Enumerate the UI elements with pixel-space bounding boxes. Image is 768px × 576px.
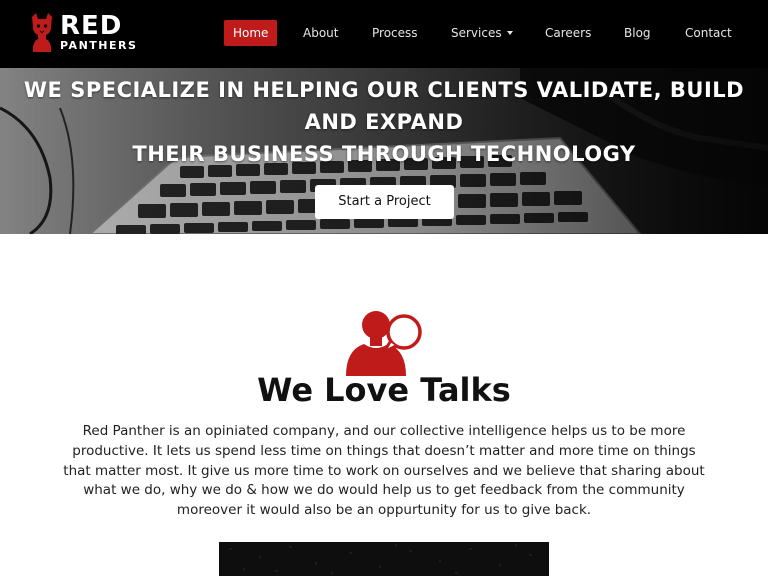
hero-headline: WE SPECIALIZE IN HELPING OUR CLIENTS VAL… — [0, 74, 768, 170]
section-description: Red Panther is an opiniated company, and… — [63, 423, 705, 519]
top-navbar: RED PANTHERS Home About Process Services… — [0, 0, 768, 68]
nav-blog[interactable]: Blog — [624, 20, 651, 46]
media-texture — [219, 542, 549, 576]
hero-headline-line3: THEIR BUSINESS THROUGH TECHNOLOGY — [132, 142, 636, 166]
media-placeholder[interactable] — [219, 542, 549, 576]
nav-services-label: Services — [451, 26, 502, 40]
hero-headline-line1: WE SPECIALIZE IN HELPING OUR CLIENTS VAL… — [23, 78, 745, 102]
hero-banner: WE SPECIALIZE IN HELPING OUR CLIENTS VAL… — [0, 68, 768, 234]
nav-home[interactable]: Home — [224, 20, 278, 46]
chevron-down-icon — [506, 31, 513, 35]
nav-contact[interactable]: Contact — [685, 20, 732, 46]
nav-process[interactable]: Process — [372, 20, 418, 46]
brand-logo[interactable]: RED PANTHERS — [30, 10, 137, 54]
person-speech-bubble-icon — [346, 311, 422, 376]
hero-headline-line2: AND EXPAND — [304, 110, 464, 134]
brand-name: RED — [60, 11, 123, 41]
section-title: We Love Talks — [257, 371, 511, 409]
nav-services[interactable]: Services — [451, 20, 513, 46]
start-project-button[interactable]: Start a Project — [315, 185, 454, 219]
panther-cat-icon — [32, 13, 52, 52]
brand-subtitle: PANTHERS — [60, 39, 138, 52]
nav-careers[interactable]: Careers — [545, 20, 591, 46]
nav-about[interactable]: About — [303, 20, 338, 46]
